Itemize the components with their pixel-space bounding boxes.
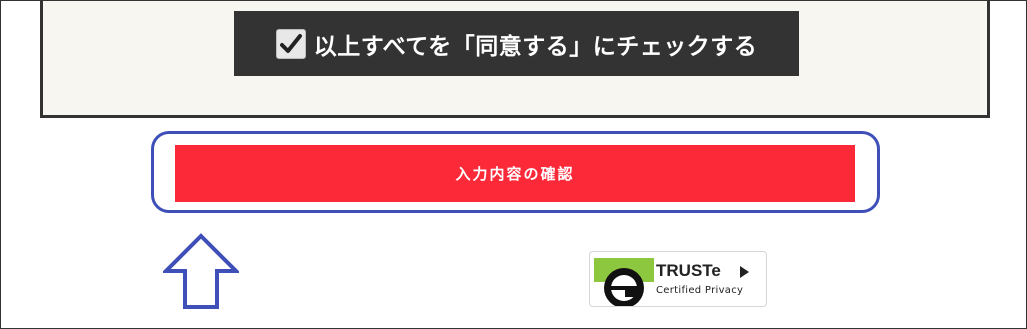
check-all-agree-label: 以上すべてを「同意する」にチェックする bbox=[313, 33, 758, 60]
confirm-input-button[interactable]: 入力内容の確認 bbox=[175, 145, 855, 202]
play-triangle-icon bbox=[740, 266, 749, 278]
up-arrow-icon bbox=[163, 233, 239, 309]
truste-privacy-badge[interactable]: TRUSTe Certified Privacy bbox=[589, 251, 767, 307]
truste-e-logo-icon bbox=[594, 258, 654, 306]
screenshot-frame: 以上すべてを「同意する」にチェックする 入力内容の確認 TRUSTe Certi… bbox=[0, 0, 1027, 329]
truste-brand-name: TRUSTe bbox=[656, 261, 721, 280]
agreement-panel: 以上すべてを「同意する」にチェックする bbox=[40, 1, 990, 118]
checkbox-checked-icon[interactable] bbox=[275, 28, 306, 59]
check-all-agree-button[interactable]: 以上すべてを「同意する」にチェックする bbox=[234, 11, 799, 76]
truste-tagline: Certified Privacy bbox=[656, 285, 744, 296]
